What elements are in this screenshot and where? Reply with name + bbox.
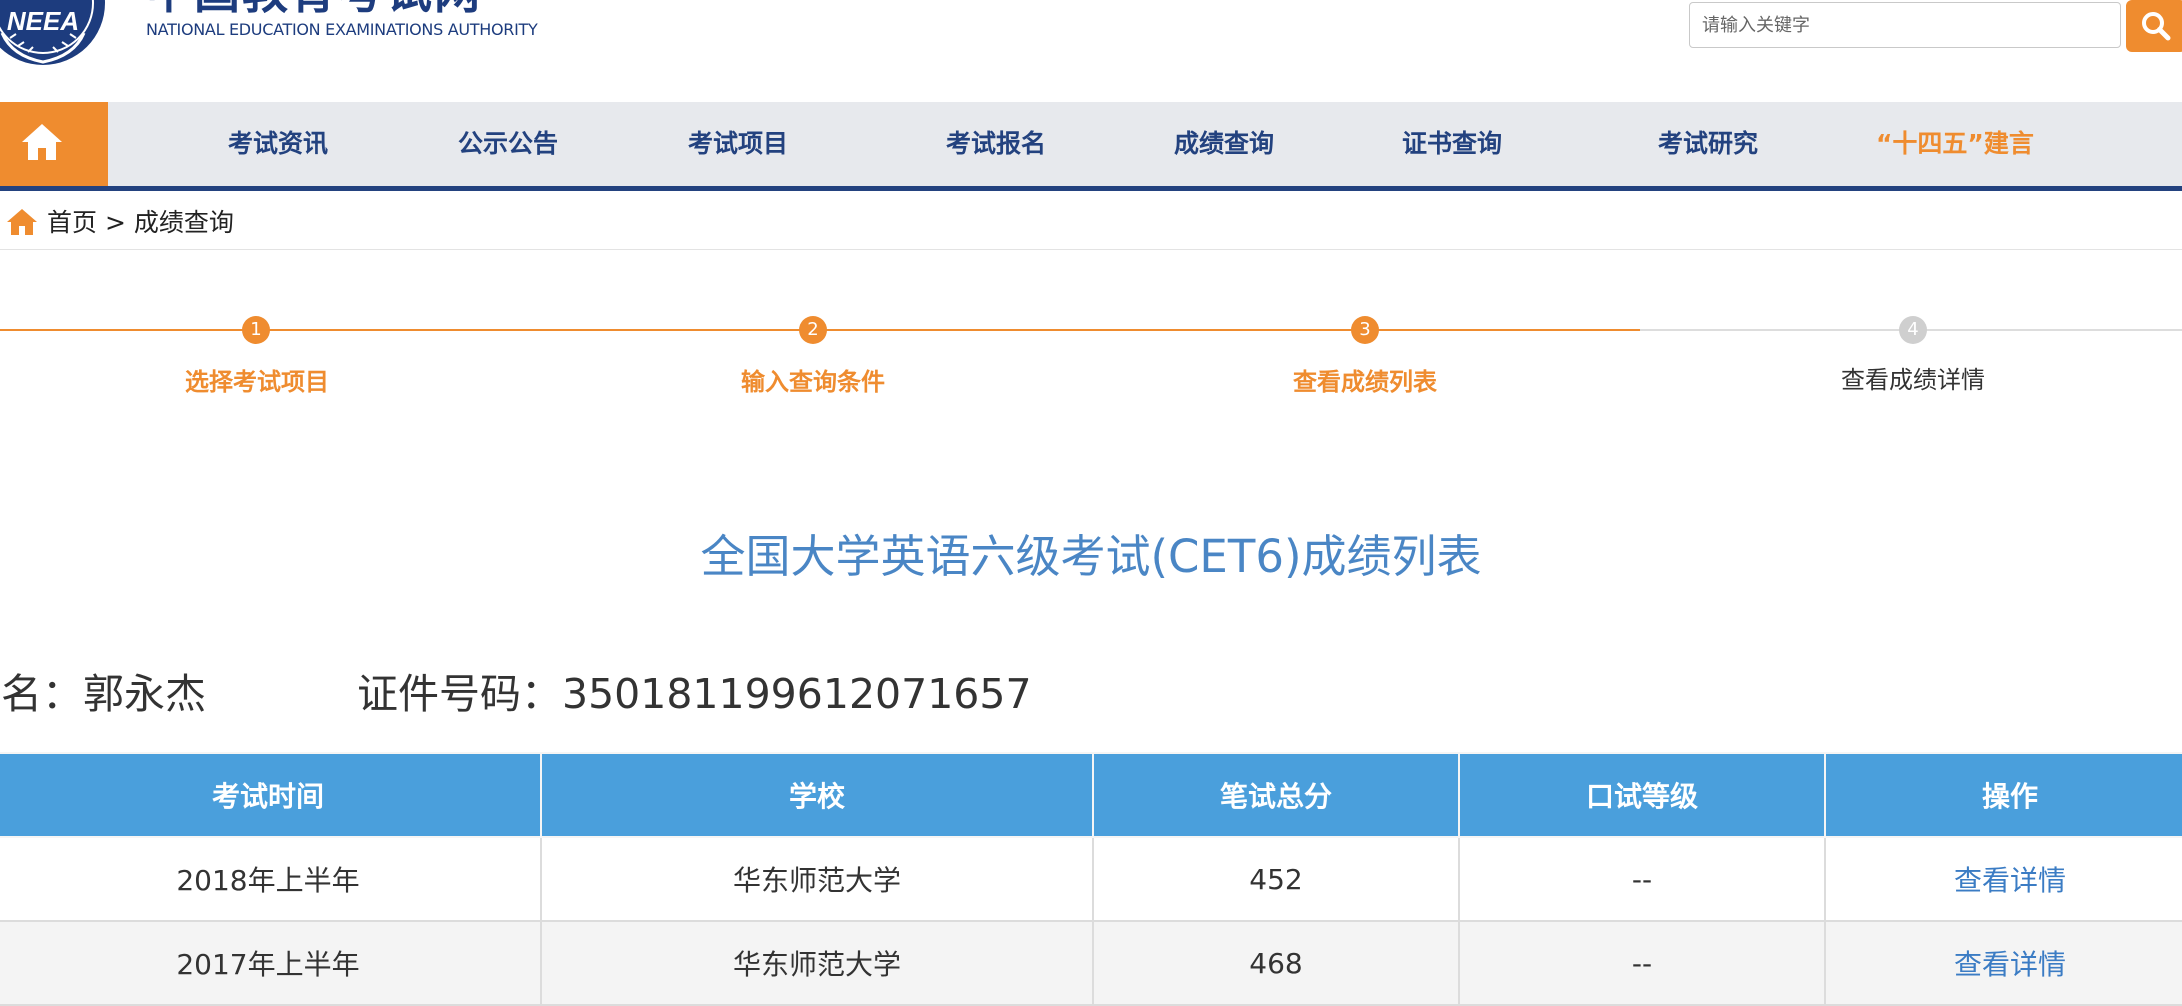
step-4-label: 查看成绩详情 [1841, 366, 1985, 394]
nav-item-14th-five-year-suggestions[interactable]: “十四五”建言 [1876, 102, 2034, 186]
id-label: 证件号码： [357, 670, 562, 718]
step-3-label: 查看成绩列表 [1293, 368, 1437, 396]
logo-english-name: NATIONAL EDUCATION EXAMINATIONS AUTHORIT… [146, 20, 538, 39]
site-header: NEEA 中国教育考试网 NATIONAL EDUCATION EXAMINAT… [0, 0, 2182, 102]
view-details-link[interactable]: 查看详情 [1824, 920, 2182, 1006]
search-input[interactable] [1689, 2, 2121, 48]
name-value: 郭永杰 [83, 670, 206, 718]
nav-item-registration[interactable]: 考试报名 [946, 102, 1046, 186]
result-title: 全国大学英语六级考试(CET6)成绩列表 [700, 530, 1482, 583]
breadcrumb-home-icon [7, 209, 37, 235]
cell-exam-time: 2018年上半年 [0, 836, 542, 922]
cell-oral-grade: -- [1458, 836, 1826, 922]
step-3-marker: 3 [1351, 316, 1379, 344]
step-4-marker: 4 [1899, 316, 1927, 344]
main-nav: 考试资讯 公示公告 考试项目 考试报名 成绩查询 证书查询 考试研究 “十四五”… [0, 102, 2182, 191]
cell-school: 华东师范大学 [540, 836, 1094, 922]
nav-item-exam-programs[interactable]: 考试项目 [688, 102, 788, 186]
nav-item-certificate-inquiry[interactable]: 证书查询 [1402, 102, 1502, 186]
column-header-written-score: 笔试总分 [1092, 752, 1460, 838]
cell-written-score: 452 [1092, 836, 1460, 922]
progress-steps: 1 选择考试项目 2 输入查询条件 3 查看成绩列表 4 查看成绩详情 [0, 300, 2182, 410]
column-header-exam-time: 考试时间 [0, 752, 542, 838]
table-row: 2017年上半年 华东师范大学 468 -- 查看详情 [0, 920, 2182, 1006]
step-2-label: 输入查询条件 [741, 368, 885, 396]
column-header-action: 操作 [1824, 752, 2182, 838]
home-icon [22, 124, 62, 160]
step-1-label: 选择考试项目 [185, 368, 329, 396]
neea-seal-logo[interactable]: NEEA [0, 0, 114, 68]
nav-item-score-inquiry[interactable]: 成绩查询 [1174, 102, 1274, 186]
candidate-id: 证件号码：350181199612071657 [357, 660, 1032, 720]
cell-exam-time: 2017年上半年 [0, 920, 542, 1006]
column-header-oral-grade: 口试等级 [1458, 752, 1826, 838]
search-button[interactable] [2126, 0, 2182, 52]
logo-chinese-name[interactable]: 中国教育考试网 [146, 0, 482, 18]
table-row: 2018年上半年 华东师范大学 452 -- 查看详情 [0, 836, 2182, 922]
nav-item-exam-news[interactable]: 考试资讯 [228, 102, 328, 186]
step-1-marker: 1 [242, 316, 270, 344]
score-table: 考试时间 学校 笔试总分 口试等级 操作 2018年上半年 华东师范大学 452… [0, 752, 2182, 1006]
nav-item-announcements[interactable]: 公示公告 [458, 102, 558, 186]
search-icon [2142, 12, 2171, 41]
breadcrumb-current: 成绩查询 [133, 208, 234, 237]
cell-school: 华东师范大学 [540, 920, 1094, 1006]
nav-item-exam-research[interactable]: 考试研究 [1658, 102, 1758, 186]
seal-lettering: NEEA [7, 6, 79, 36]
nav-home-button[interactable] [0, 102, 108, 186]
candidate-name: 姓名：郭永杰 [0, 660, 206, 720]
step-2-marker: 2 [799, 316, 827, 344]
id-value: 350181199612071657 [562, 670, 1032, 718]
table-header-row: 考试时间 学校 笔试总分 口试等级 操作 [0, 752, 2182, 838]
column-header-school: 学校 [540, 752, 1094, 838]
cell-oral-grade: -- [1458, 920, 1826, 1006]
breadcrumb: 首页 > 成绩查询 [0, 191, 2182, 250]
view-details-link[interactable]: 查看详情 [1824, 836, 2182, 922]
breadcrumb-home-link[interactable]: 首页 [47, 208, 97, 237]
breadcrumb-separator: > [104, 208, 126, 237]
name-label: 姓名： [0, 670, 83, 718]
cell-written-score: 468 [1092, 920, 1460, 1006]
